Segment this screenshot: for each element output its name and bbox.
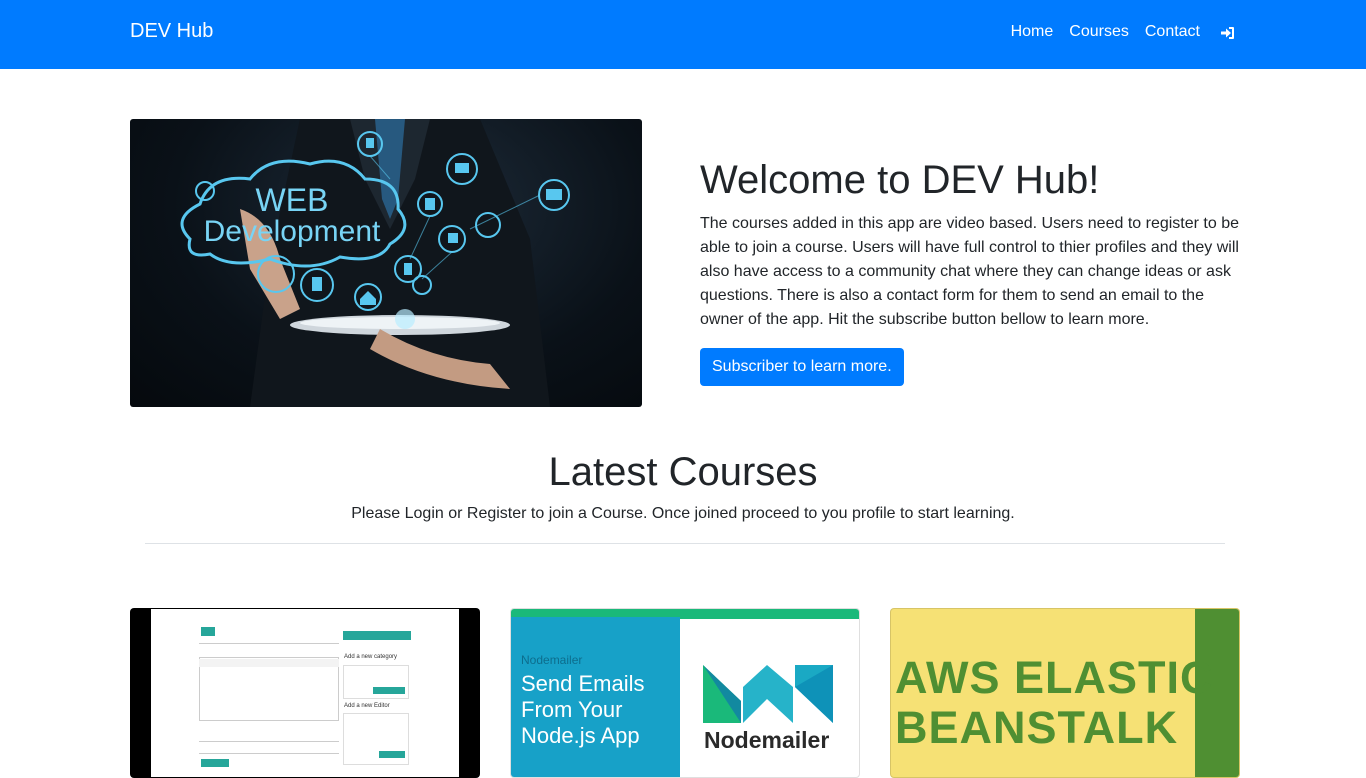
hero-image-word1: WEB <box>256 182 329 218</box>
course-logo-text: Nodemailer <box>704 727 830 753</box>
course-tag: Nodemailer <box>521 653 583 667</box>
nodemailer-logo-icon <box>703 665 833 723</box>
nav-contact[interactable]: Contact <box>1145 22 1200 42</box>
course-card[interactable]: AWS ELASTIC BEANSTALK <box>890 608 1240 778</box>
course-title-line2: BEANSTALK <box>895 702 1179 753</box>
nav-links: Home Courses Contact <box>995 22 1236 42</box>
course-headline: Send Emails From Your Node.js App <box>521 671 645 748</box>
course-title-line1: AWS ELASTIC <box>895 652 1214 703</box>
course-thumb-label-category: Add a new category <box>344 654 398 660</box>
latest-courses-subtitle: Please Login or Register to join a Cours… <box>351 505 1015 522</box>
navbar: DEV Hub Home Courses Contact <box>0 0 1366 69</box>
hero-image: WEB Development <box>130 119 642 407</box>
hero-image-word2: Development <box>204 215 381 248</box>
subscribe-button[interactable]: Subscriber to learn more. <box>700 348 904 386</box>
course-card[interactable]: Nodemailer Send Emails From Your Node.js… <box>510 608 860 778</box>
nav-home[interactable]: Home <box>1011 22 1054 42</box>
hero-description: The courses added in this app are video … <box>700 215 1239 328</box>
latest-courses-title: Latest Courses <box>548 450 818 494</box>
brand-link[interactable]: DEV Hub <box>130 20 213 43</box>
nav-courses[interactable]: Courses <box>1069 22 1129 42</box>
course-thumbnail-aws: AWS ELASTIC BEANSTALK <box>895 653 1214 753</box>
course-card[interactable]: Add a new category Add a new Editor <box>130 608 480 778</box>
hero-title: Welcome to DEV Hub! <box>700 158 1100 202</box>
sign-in-icon[interactable] <box>1220 25 1236 41</box>
course-thumbnail-editor: Add a new category Add a new Editor <box>151 609 459 777</box>
divider <box>145 543 1225 544</box>
course-thumb-label-editor: Add a new Editor <box>344 703 390 709</box>
hero-text: Welcome to DEV Hub! The courses added in… <box>700 156 1240 332</box>
